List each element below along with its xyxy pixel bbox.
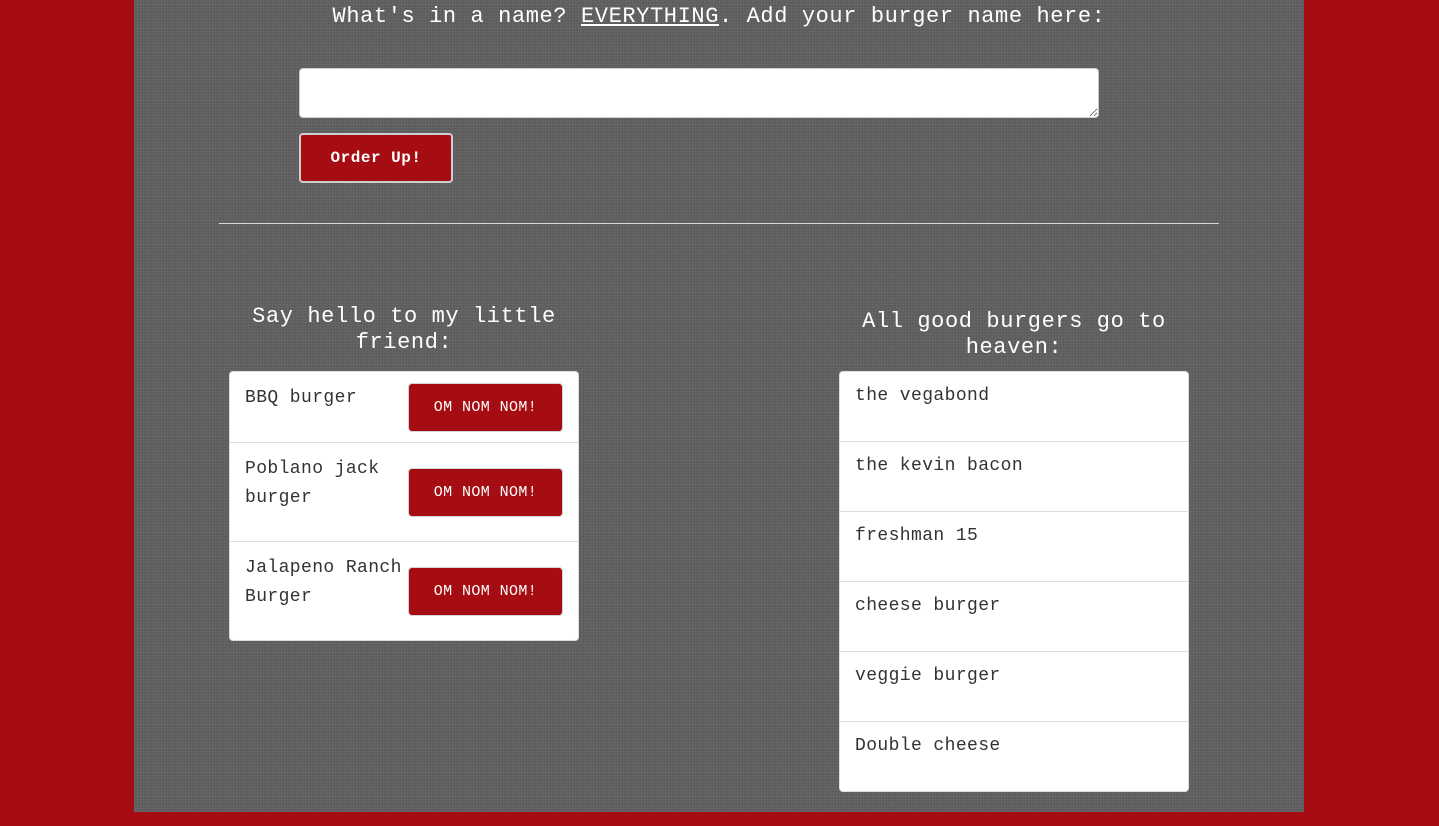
burger-name: Poblano jack burger: [245, 459, 380, 508]
prompt-emphasis: EVERYTHING: [580, 4, 719, 29]
uneaten-burger-item: BBQ burger OM NOM NOM!: [230, 372, 578, 443]
devour-button[interactable]: OM NOM NOM!: [408, 383, 563, 432]
burger-name: the kevin bacon: [855, 456, 1024, 476]
main-content: What's in a name? EVERYTHING. Add your b…: [134, 0, 1304, 812]
devoured-burger-item: Double cheese: [840, 722, 1188, 791]
burger-name: Jalapeno Ranch Burger: [245, 558, 402, 607]
burger-name: cheese burger: [855, 596, 1001, 616]
order-up-button[interactable]: Order Up!: [299, 133, 453, 183]
uneaten-burgers-list: BBQ burger OM NOM NOM! Poblano jack burg…: [229, 371, 579, 641]
burger-name-input[interactable]: [299, 68, 1099, 118]
burger-name: Double cheese: [855, 736, 1001, 756]
burger-name-prompt: What's in a name? EVERYTHING. Add your b…: [134, 4, 1304, 29]
devoured-burger-item: the kevin bacon: [840, 442, 1188, 512]
devour-button[interactable]: OM NOM NOM!: [408, 567, 563, 616]
devour-button[interactable]: OM NOM NOM!: [408, 468, 563, 517]
burger-name: veggie burger: [855, 666, 1001, 686]
prompt-text-after: . Add your burger name here:: [719, 4, 1106, 29]
burger-name: the vegabond: [855, 386, 990, 406]
devoured-burger-item: the vegabond: [840, 372, 1188, 442]
uneaten-burger-item: Jalapeno Ranch Burger OM NOM NOM!: [230, 542, 578, 640]
section-divider: [219, 223, 1219, 224]
burger-name: freshman 15: [855, 526, 979, 546]
burger-name: BBQ burger: [245, 388, 358, 408]
devoured-burgers-list: the vegabond the kevin bacon freshman 15…: [839, 371, 1189, 792]
uneaten-burgers-heading: Say hello to my little friend:: [252, 304, 556, 355]
prompt-text-before: What's in a name?: [332, 4, 581, 29]
devoured-burgers-heading: All good burgers go to heaven:: [862, 309, 1166, 360]
devoured-burger-item: cheese burger: [840, 582, 1188, 652]
devoured-burger-item: freshman 15: [840, 512, 1188, 582]
uneaten-burger-item: Poblano jack burger OM NOM NOM!: [230, 443, 578, 542]
devoured-burger-item: veggie burger: [840, 652, 1188, 722]
